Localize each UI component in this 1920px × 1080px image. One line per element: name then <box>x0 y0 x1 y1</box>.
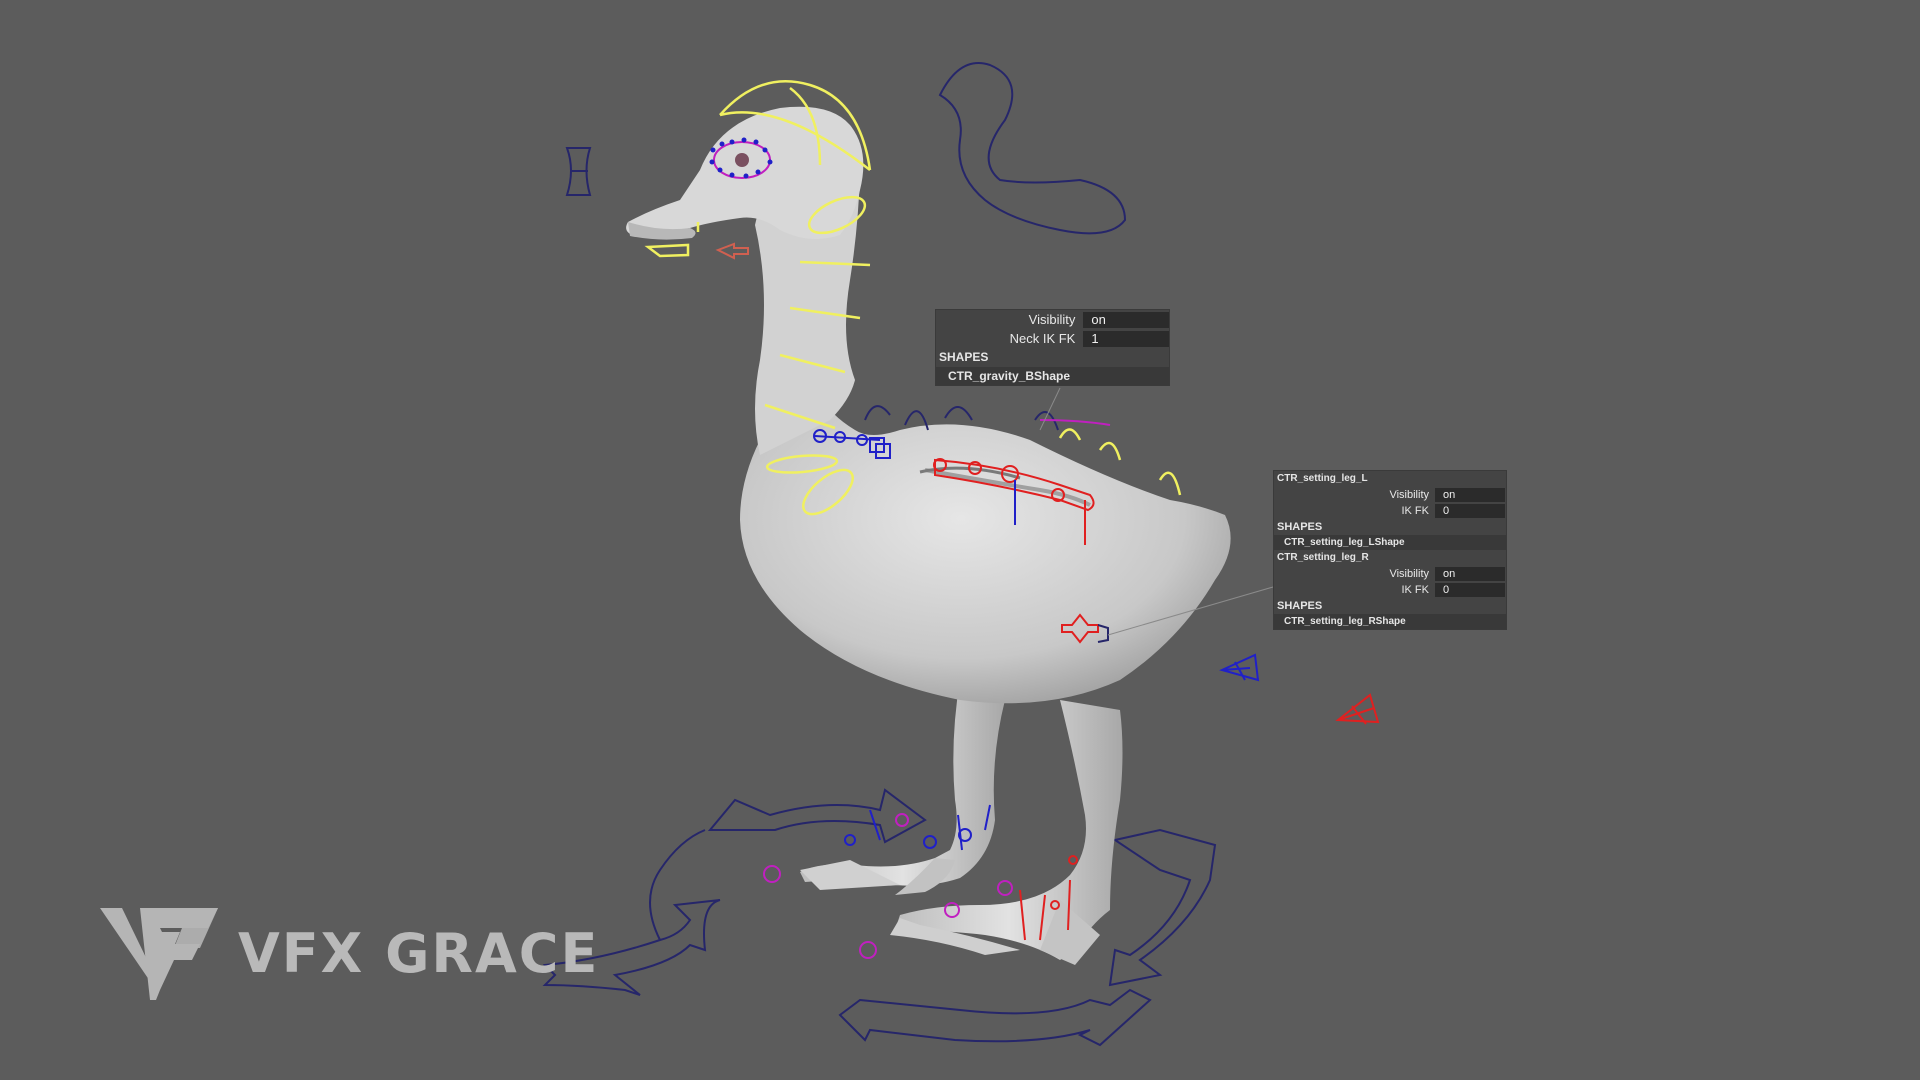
look-at-controller[interactable] <box>565 147 592 196</box>
leg-l-visibility-row: Visibility on <box>1274 487 1506 503</box>
leg-l-ikfk-field[interactable]: 0 <box>1435 504 1505 518</box>
visibility-label: Visibility <box>1389 489 1429 501</box>
hud-neck-leader <box>1039 387 1061 431</box>
neck-visibility-row: Visibility on <box>936 310 1169 329</box>
leg-l-visibility-field[interactable]: on <box>1435 488 1505 502</box>
leg-l-ikfk-row: IK FK 0 <box>1274 503 1506 519</box>
leg-r-ikfk-field[interactable]: 0 <box>1435 583 1505 597</box>
shape-node-name[interactable]: CTR_gravity_BShape <box>936 367 1169 385</box>
pole-vector-l[interactable] <box>1219 653 1260 682</box>
shapes-header: SHAPES <box>939 350 989 364</box>
visibility-label: Visibility <box>1389 568 1429 580</box>
leg-l-shape-name[interactable]: CTR_setting_leg_LShape <box>1274 535 1506 550</box>
shapes-header-l: SHAPES <box>1277 521 1323 533</box>
leg-l-node-name[interactable]: CTR_setting_leg_L <box>1274 471 1506 487</box>
ikfk-label: IK FK <box>1401 505 1429 517</box>
neck-ikfk-row: Neck IK FK 1 <box>936 329 1169 348</box>
leg-r-visibility-field[interactable]: on <box>1435 567 1505 581</box>
jaw-controller[interactable] <box>715 242 749 260</box>
visibility-label: Visibility <box>1028 312 1076 327</box>
leg-r-node-name[interactable]: CTR_setting_leg_R <box>1274 550 1506 566</box>
watermark-text: VFX GRACE <box>238 922 600 985</box>
neck-ikfk-label: Neck IK FK <box>1009 331 1076 346</box>
shapes-header-r: SHAPES <box>1277 600 1323 612</box>
neck-attribute-hud: Visibility on Neck IK FK 1 SHAPES CTR_gr… <box>935 309 1170 386</box>
visibility-field[interactable]: on <box>1083 311 1169 328</box>
pole-vector-r[interactable] <box>1335 693 1380 725</box>
leg-r-ikfk-row: IK FK 0 <box>1274 582 1506 598</box>
ikfk-label: IK FK <box>1401 584 1429 596</box>
leg-r-shape-name[interactable]: CTR_setting_leg_RShape <box>1274 614 1506 629</box>
duck-silhouette-controller[interactable] <box>938 62 1127 235</box>
neck-ikfk-field[interactable]: 1 <box>1083 330 1169 347</box>
legs-attribute-hud: CTR_setting_leg_L Visibility on IK FK 0 … <box>1273 470 1507 630</box>
leg-r-visibility-row: Visibility on <box>1274 566 1506 582</box>
